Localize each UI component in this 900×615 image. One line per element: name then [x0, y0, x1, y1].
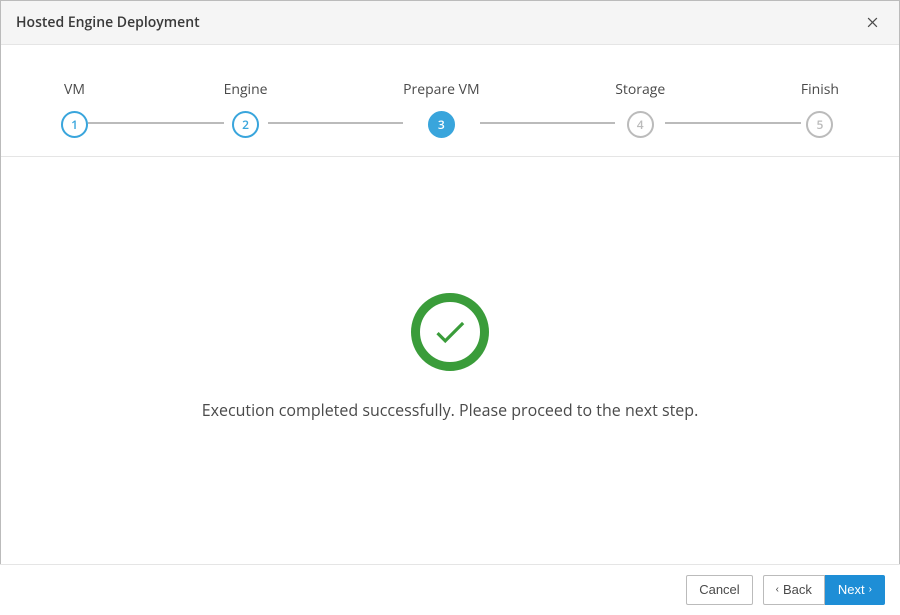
- cancel-button[interactable]: Cancel: [686, 575, 752, 605]
- wizard-content: Execution completed successfully. Please…: [1, 157, 899, 557]
- step-circle: 1: [61, 111, 88, 138]
- back-button-label: Back: [783, 580, 812, 600]
- step-storage[interactable]: Storage 4: [615, 80, 665, 138]
- success-icon: [411, 293, 489, 371]
- step-finish[interactable]: Finish 5: [801, 80, 839, 138]
- dialog-title: Hosted Engine Deployment: [16, 13, 200, 32]
- next-button-label: Next: [838, 580, 865, 600]
- chevron-right-icon: ›: [869, 585, 872, 595]
- step-label: Prepare VM: [403, 80, 480, 99]
- step-engine[interactable]: Engine 2: [224, 80, 268, 138]
- dialog-header: Hosted Engine Deployment: [1, 1, 899, 45]
- close-icon: [865, 14, 880, 32]
- step-connector: [268, 122, 404, 124]
- chevron-left-icon: ‹: [776, 585, 779, 595]
- step-label: Engine: [224, 80, 268, 99]
- close-button[interactable]: [861, 10, 884, 36]
- wizard-footer: Cancel ‹ Back Next ›: [0, 564, 900, 615]
- step-connector: [480, 122, 616, 124]
- wizard-stepper: VM 1 Engine 2 Prepare VM 3 Storage 4 Fin…: [1, 45, 899, 157]
- step-label: Finish: [801, 80, 839, 99]
- step-connector: [88, 122, 224, 124]
- step-label: Storage: [615, 80, 665, 99]
- step-circle: 4: [627, 111, 654, 138]
- step-circle: 2: [232, 111, 259, 138]
- step-label: VM: [64, 80, 85, 99]
- next-button[interactable]: Next ›: [825, 575, 885, 605]
- cancel-button-label: Cancel: [699, 580, 739, 600]
- step-vm[interactable]: VM 1: [61, 80, 88, 138]
- step-prepare-vm[interactable]: Prepare VM 3: [403, 80, 480, 138]
- step-connector: [665, 122, 801, 124]
- back-button[interactable]: ‹ Back: [763, 575, 825, 605]
- step-circle: 5: [806, 111, 833, 138]
- step-circle: 3: [428, 111, 455, 138]
- status-message: Execution completed successfully. Please…: [202, 399, 699, 421]
